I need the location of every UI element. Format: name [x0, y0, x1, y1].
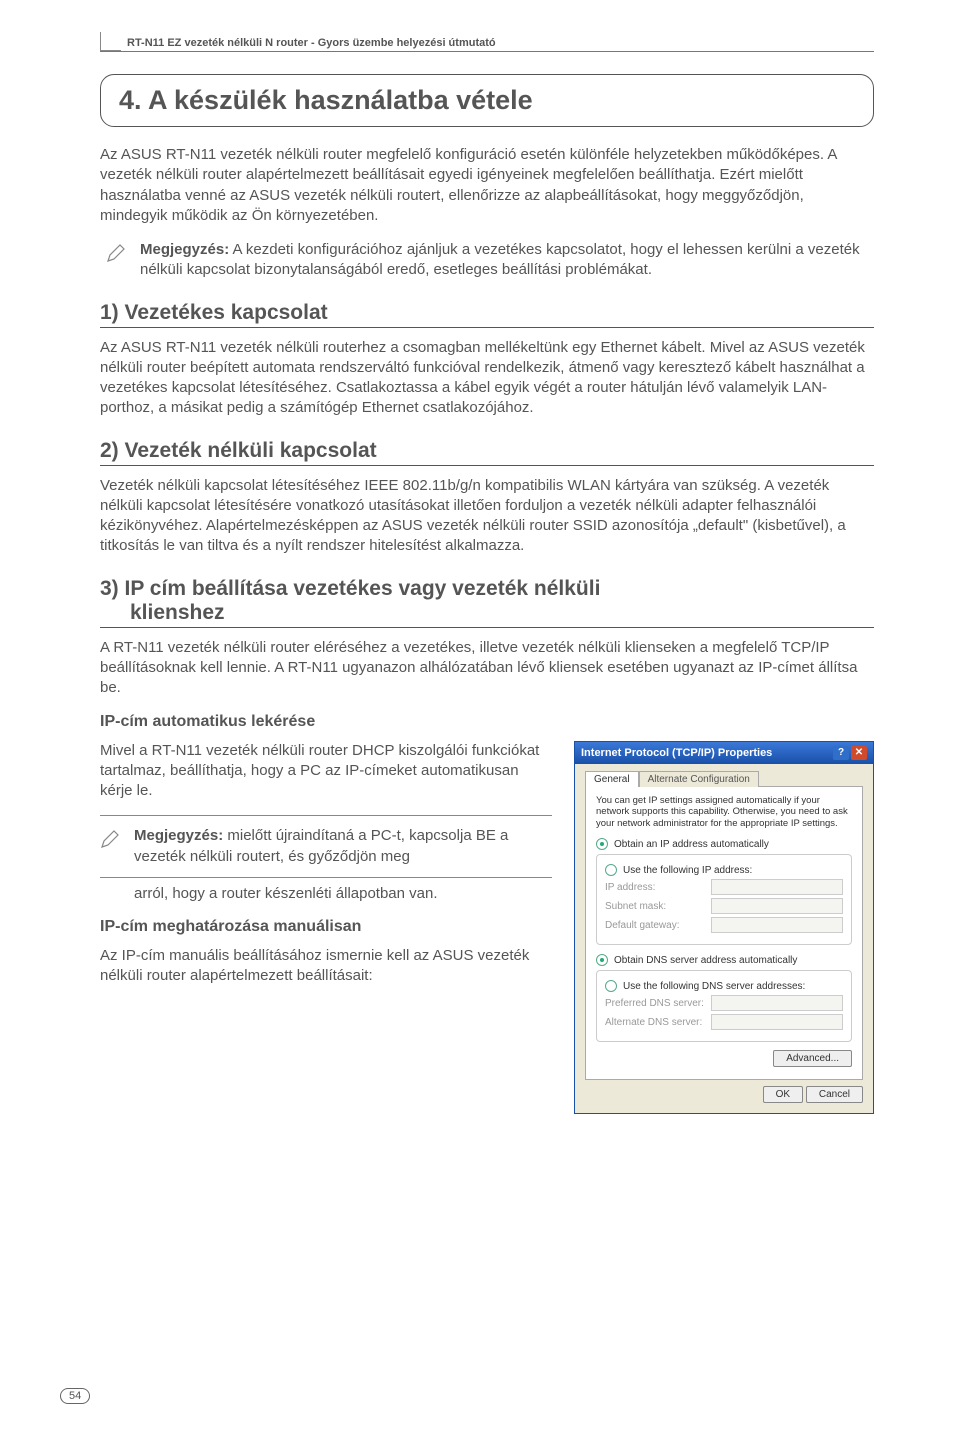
label-dns-manual: Use the following DNS server addresses:	[623, 981, 805, 992]
input-preferred-dns[interactable]	[711, 995, 843, 1011]
section-2-body: Vezeték nélküli kapcsolat létesítéséhez …	[100, 476, 874, 557]
note-block-1: Megjegyzés: A kezdeti konfigurációhoz aj…	[100, 240, 874, 281]
label-preferred-dns: Preferred DNS server:	[605, 998, 704, 1009]
chapter-title: 4. A készülék használatba vétele	[119, 85, 533, 115]
section-1-title: 1) Vezetékes kapcsolat	[100, 301, 874, 328]
radio-ip-auto[interactable]	[596, 838, 608, 850]
input-subnet-mask[interactable]	[711, 898, 843, 914]
radio-dns-manual[interactable]	[605, 980, 617, 992]
section-3-body: A RT-N11 vezeték nélküli router eléréséh…	[100, 638, 874, 699]
note2-line2: arról, hogy a router készenléti állapotb…	[100, 884, 552, 904]
dialog-description: You can get IP settings assigned automat…	[596, 795, 852, 831]
auto-ip-body: Mivel a RT-N11 vezeték nélküli router DH…	[100, 741, 552, 802]
dialog-title: Internet Protocol (TCP/IP) Properties	[581, 747, 772, 759]
cancel-button[interactable]: Cancel	[806, 1086, 863, 1103]
label-dns-auto: Obtain DNS server address automatically	[614, 955, 797, 966]
book-icon	[100, 32, 121, 51]
divider	[100, 815, 552, 816]
label-ip-manual: Use the following IP address:	[623, 865, 752, 876]
label-ip-auto: Obtain an IP address automatically	[614, 839, 769, 850]
page-number: 54	[60, 1388, 90, 1404]
ok-button[interactable]: OK	[763, 1086, 803, 1103]
pencil-icon	[100, 829, 120, 854]
tcpip-properties-dialog: Internet Protocol (TCP/IP) Properties ? …	[574, 741, 874, 1115]
help-icon[interactable]: ?	[833, 746, 849, 760]
section-3-line1: 3) IP cím beállítása vezetékes vagy veze…	[100, 577, 600, 600]
intro-paragraph: Az ASUS RT-N11 vezeték nélküli router me…	[100, 145, 874, 226]
page-header: RT-N11 EZ vezeték nélküli N router - Gyo…	[100, 30, 874, 52]
radio-dns-auto[interactable]	[596, 954, 608, 966]
label-subnet-mask: Subnet mask:	[605, 901, 666, 912]
divider	[100, 877, 552, 878]
label-gateway: Default gateway:	[605, 920, 680, 931]
input-alternate-dns[interactable]	[711, 1014, 843, 1030]
note2-label: Megjegyzés:	[134, 827, 223, 844]
label-ip-address: IP address:	[605, 882, 655, 893]
pencil-icon	[106, 243, 126, 268]
note1-text: A kezdeti konfigurációhoz ajánljuk a vez…	[140, 241, 860, 278]
auto-ip-heading: IP-cím automatikus lekérése	[100, 713, 874, 731]
input-gateway[interactable]	[711, 917, 843, 933]
chapter-title-box: 4. A készülék használatba vétele	[100, 74, 874, 127]
label-alternate-dns: Alternate DNS server:	[605, 1017, 702, 1028]
advanced-button[interactable]: Advanced...	[773, 1050, 852, 1067]
note1-label: Megjegyzés:	[140, 241, 229, 258]
input-ip-address[interactable]	[711, 879, 843, 895]
tab-alternate[interactable]: Alternate Configuration	[639, 771, 759, 787]
manual-ip-heading: IP-cím meghatározása manuálisan	[100, 918, 552, 936]
tab-general[interactable]: General	[585, 771, 639, 787]
section-1-body: Az ASUS RT-N11 vezeték nélküli routerhez…	[100, 338, 874, 419]
dialog-tabs: General Alternate Configuration	[585, 770, 863, 786]
section-3-line2: klienshez	[100, 601, 874, 625]
note-block-2: Megjegyzés: mielőtt újraindítaná a PC-t,…	[100, 826, 552, 867]
section-2-title: 2) Vezeték nélküli kapcsolat	[100, 439, 874, 466]
dialog-titlebar: Internet Protocol (TCP/IP) Properties ? …	[575, 742, 873, 764]
manual-ip-body: Az IP-cím manuális beállításához ismerni…	[100, 946, 552, 987]
section-3-title: 3) IP cím beállítása vezetékes vagy veze…	[100, 577, 874, 628]
header-product-line: RT-N11 EZ vezeték nélküli N router - Gyo…	[127, 37, 496, 49]
radio-ip-manual[interactable]	[605, 864, 617, 876]
close-icon[interactable]: ✕	[851, 746, 867, 760]
